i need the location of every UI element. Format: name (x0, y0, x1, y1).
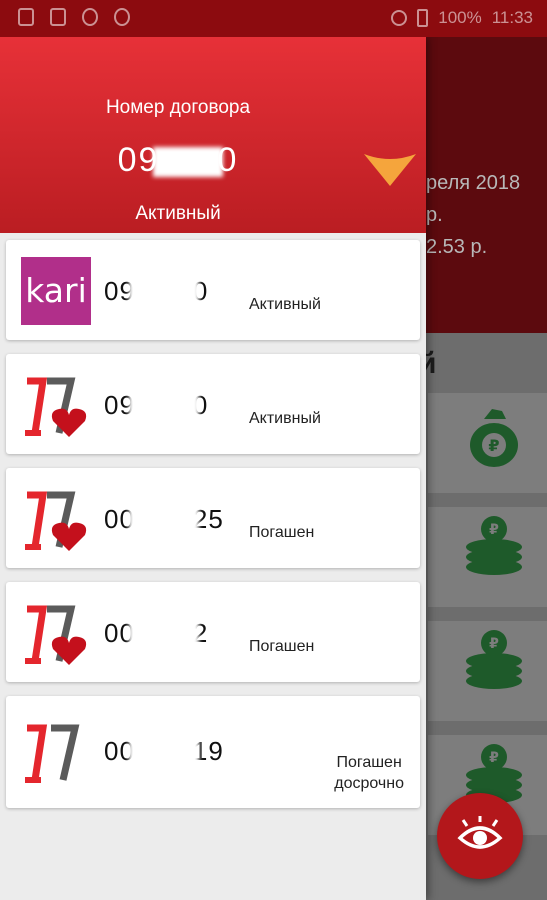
contract-card-number: 09 0 (104, 276, 208, 309)
main-amount-text: р. (426, 204, 443, 226)
plain-logo (25, 724, 80, 783)
status-line-1: Погашен (336, 754, 402, 771)
contract-card-number: 00 25 (104, 504, 224, 537)
contract-card-status: Погашен (249, 638, 315, 655)
drawer-header: Номер договора 09 0 Активный (0, 37, 426, 233)
eye-icon (457, 816, 503, 849)
contract-card-number: 09 0 (104, 390, 208, 423)
main-date-text: реля 2018 (426, 172, 521, 194)
battery-level: 100% (438, 8, 482, 27)
main-balance-text: 2.53 р. (426, 236, 488, 258)
contract-card-number: 00 2 (104, 618, 208, 651)
clock: 11:33 (491, 8, 533, 27)
coins-stack-icon: ₽ (466, 630, 522, 689)
contract-card-status: Погашен (249, 524, 315, 541)
svg-text:₽: ₽ (489, 522, 499, 538)
message-icon (50, 8, 66, 26)
redacted-block (128, 278, 199, 309)
redacted-block (128, 620, 199, 651)
redacted-block (128, 738, 199, 769)
contract-card[interactable]: kari 09 0 Активный (6, 240, 420, 340)
contract-card[interactable]: 00 19 Погашен досрочно (6, 696, 420, 808)
status-line-2: досрочно (334, 775, 404, 792)
contract-card[interactable]: 00 25 Погашен (6, 468, 420, 568)
heart-logo (25, 491, 87, 551)
contract-card-status: Активный (249, 410, 321, 427)
svg-text:₽: ₽ (489, 750, 499, 766)
svg-text:kari: kari (25, 271, 87, 310)
chevron-down-icon[interactable] (362, 150, 418, 190)
sim-icon (18, 8, 34, 26)
redacted-block (128, 392, 199, 423)
notification-icons (18, 8, 130, 26)
contracts-drawer: Номер договора 09 0 Активный kari 09 0 Акт… (0, 37, 426, 900)
coins-stack-icon: ₽ (466, 516, 522, 575)
money-bag-icon: ₽ (470, 409, 518, 467)
alarm-icon (391, 10, 408, 26)
settings-icon (114, 8, 130, 26)
contract-number: 09 0 (0, 141, 356, 180)
heart-logo (25, 377, 87, 437)
contract-card-status: Активный (249, 296, 321, 313)
system-icons: 100% 11:33 (391, 8, 533, 28)
kari-logo: kari (21, 257, 91, 325)
contract-card-status: Погашен досрочно (334, 752, 404, 794)
svg-text:₽: ₽ (489, 636, 499, 652)
sync-icon (82, 8, 98, 26)
contract-card[interactable]: 00 2 Погашен (6, 582, 420, 682)
redacted-block (153, 147, 224, 178)
view-fab-button[interactable] (437, 793, 523, 879)
contract-card-number: 00 19 (104, 736, 224, 769)
contract-status: Активный (135, 203, 221, 224)
status-bar: 100% 11:33 (0, 0, 547, 37)
heart-logo (25, 605, 87, 665)
svg-text:₽: ₽ (488, 436, 499, 455)
battery-icon (417, 9, 429, 27)
contract-number-label: Номер договора (105, 97, 251, 118)
contract-card[interactable]: 09 0 Активный (6, 354, 420, 454)
redacted-block (128, 506, 199, 537)
